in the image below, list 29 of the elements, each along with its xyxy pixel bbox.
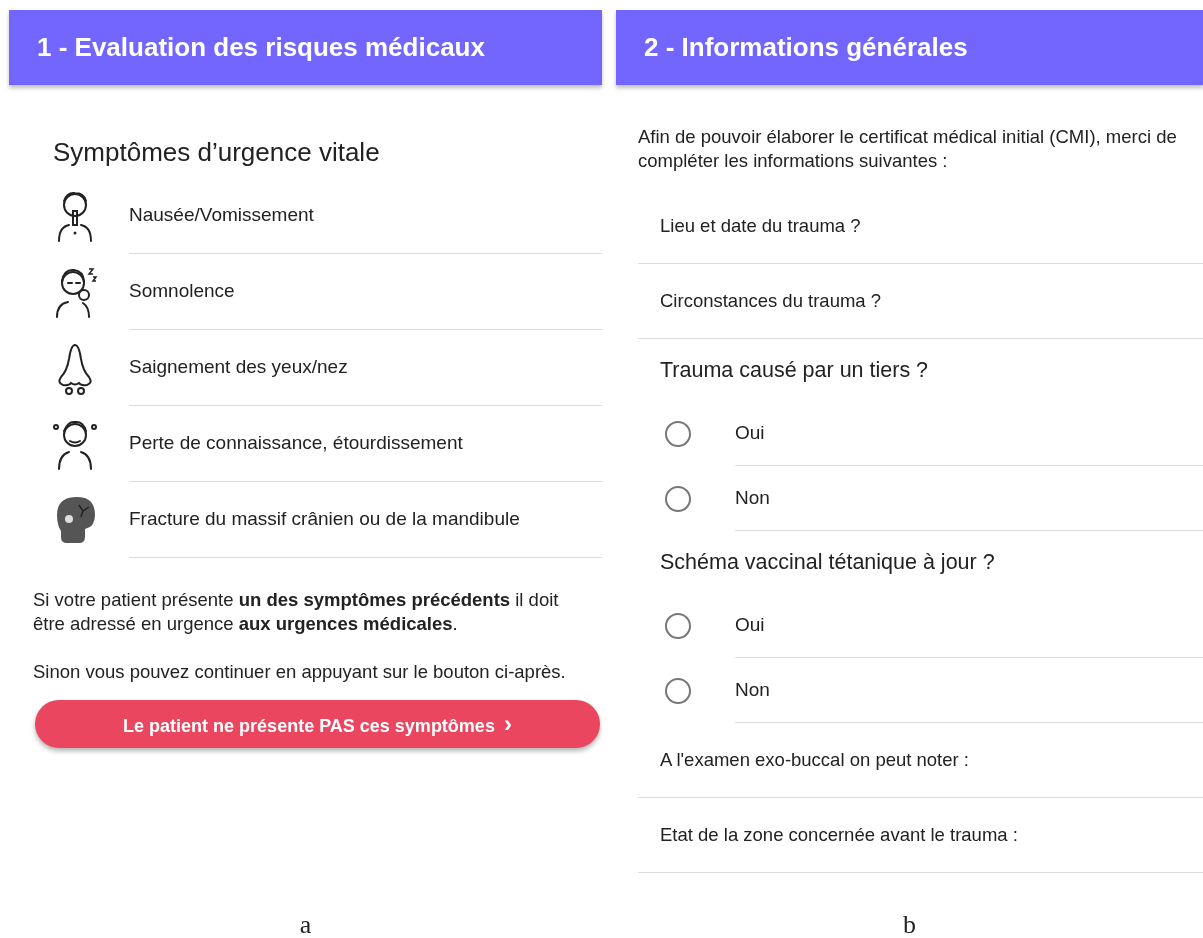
question-label: Trauma causé par un tiers ? (660, 356, 930, 384)
symptom-label: Perte de connaissance, étourdissement (129, 431, 463, 456)
input-field[interactable]: Lieu et date du trauma ? (638, 189, 1203, 265)
option-label: Non (735, 485, 770, 510)
input-field[interactable]: Circonstances du trauma ? (638, 264, 1203, 340)
figure-caption: b (903, 912, 916, 938)
paragraph: Sinon vous pouvez continuer en appuyant sur le bouton ci-après. (33, 660, 567, 685)
question-label: Schéma vaccinal tétanique à jour ? (660, 548, 996, 576)
screen-header: 2 - Informations générales (616, 10, 1203, 85)
radio-button[interactable] (665, 612, 691, 639)
section-heading: Symptômes d’urgence vitale (53, 137, 381, 169)
symptom-label: Nausée/Vomissement (129, 203, 314, 228)
paragraph: Si votre patient présente un des symptômes précédents il doit être adressé en urgence aux urgences médicales. (33, 588, 560, 637)
symptom-label: Fracture du massif crânien ou de la mandibule (129, 507, 520, 532)
option-label: Oui (735, 420, 765, 445)
input-field[interactable]: A l'examen exo-buccal on peut noter : (638, 723, 1203, 799)
input-field[interactable]: Etat de la zone concernée avant le trauma : (638, 798, 1203, 874)
symptom-label: Somnolence (129, 279, 235, 304)
radio-button[interactable] (665, 677, 691, 704)
option-label: Oui (735, 612, 765, 637)
option-label: Non (735, 677, 770, 702)
chevron-icon: › (503, 710, 512, 738)
symptom-label: Saignement des yeux/nez (129, 355, 348, 380)
radio-button[interactable] (665, 485, 691, 512)
intro-text: Afin de pouvoir élaborer le certificat médical initial (CMI), merci de compléter les informations suivantes : (638, 125, 1178, 174)
figure-caption: a (299, 912, 312, 938)
screen-header: 1 - Evaluation des risques médicaux (9, 10, 602, 85)
radio-button[interactable] (665, 420, 691, 447)
continue-button[interactable]: Le patient ne présente PAS ces symptômes › (35, 700, 600, 749)
